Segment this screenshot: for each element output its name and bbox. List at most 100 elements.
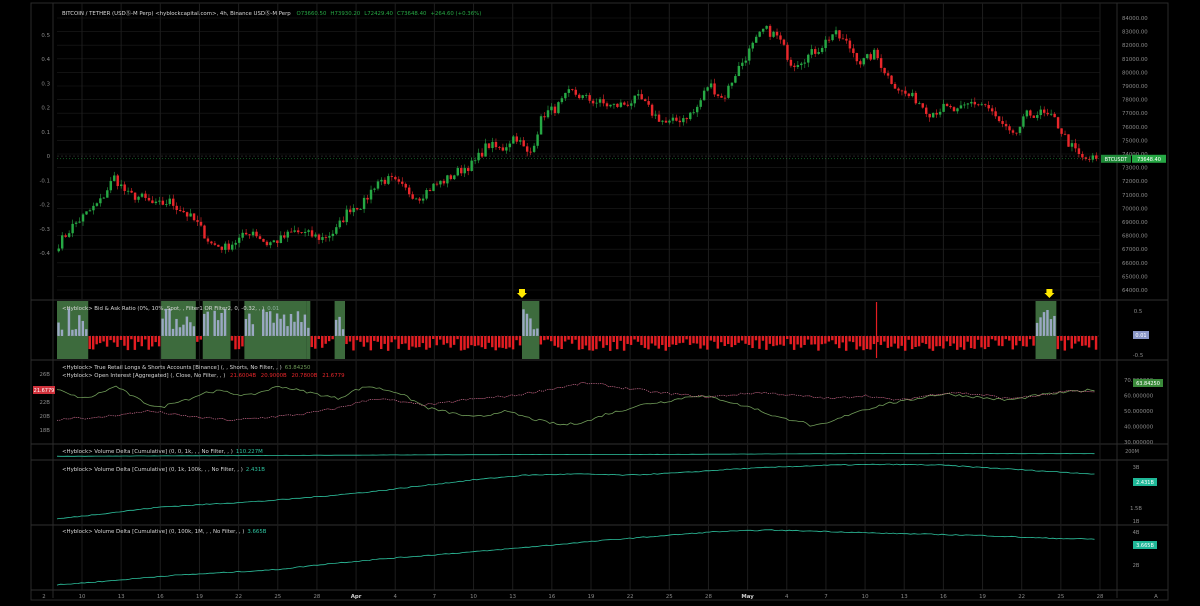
ask-bar <box>779 336 782 345</box>
ask-bar <box>393 336 397 340</box>
bid-bar <box>220 312 223 336</box>
candle-body <box>71 223 74 234</box>
ask-bar <box>775 336 779 346</box>
bid-bar <box>78 315 81 336</box>
ask-bar <box>1056 336 1060 350</box>
x-axis-label: 22 <box>1018 594 1025 600</box>
ask-bar <box>348 336 352 342</box>
bid-bar <box>244 318 248 336</box>
candle-body <box>355 207 359 210</box>
candle-body <box>786 44 789 60</box>
candle-body <box>224 243 227 250</box>
bid-bar <box>293 321 296 336</box>
candle-body <box>60 235 64 249</box>
price-axis-label: 76000.00 <box>1122 125 1148 131</box>
candle-body <box>463 168 466 174</box>
ask-bar <box>456 336 459 340</box>
ask-bar <box>931 336 935 351</box>
ls-right-tag-text: 63.84250 <box>1136 381 1160 387</box>
candle-body <box>446 175 449 184</box>
bid-bar <box>57 322 60 336</box>
candle-body <box>817 52 820 54</box>
candle-body <box>609 104 612 107</box>
oi-legend-label: <Hyblock> Open Interest [Aggregated] (, … <box>62 373 226 379</box>
candle-body <box>866 54 869 59</box>
candle-body <box>244 232 248 235</box>
candle-body <box>696 106 699 113</box>
ask-bar <box>466 336 470 349</box>
oi-legend-value-1: 21.6004B <box>230 373 257 379</box>
bid-bar <box>251 324 255 336</box>
symbol-tag-text: BTCUSDT <box>1105 157 1128 163</box>
candle-body <box>827 39 831 41</box>
candle-body <box>720 95 723 98</box>
candle-body <box>78 221 81 223</box>
candle-body <box>754 36 758 43</box>
candle-body <box>810 49 813 55</box>
candle-body <box>716 94 720 96</box>
candle-body <box>1081 154 1084 158</box>
bid-bar <box>182 324 185 336</box>
ask-bar <box>102 336 105 342</box>
ask-bar <box>1021 336 1025 347</box>
candle-body <box>501 147 505 151</box>
candle-body <box>335 227 338 234</box>
candle-body <box>411 194 414 199</box>
ask-bar <box>602 336 605 348</box>
ask-bar <box>1028 336 1032 340</box>
chart-canvas[interactable]: 84000.00 83000.00 82000.00 81000.00 80000.00… <box>0 0 1200 606</box>
candle-body <box>255 231 258 237</box>
x-axis-label: 25 <box>274 594 281 600</box>
ohlc-item: H73930.20 <box>330 11 361 17</box>
ask-bar <box>449 336 452 348</box>
candle-body <box>383 179 387 184</box>
candle-body <box>942 103 945 112</box>
ask-bar <box>657 336 661 349</box>
ask-bar <box>692 336 695 344</box>
bid-bar <box>189 322 192 336</box>
candle-body <box>1067 134 1070 147</box>
candle-body <box>182 210 185 213</box>
candle-body <box>959 105 963 109</box>
bid-bar <box>248 313 251 336</box>
candle-body <box>161 200 165 205</box>
price-axis-label: 83000.00 <box>1122 30 1148 36</box>
x-axis-label: 28 <box>313 594 320 600</box>
ask-bar <box>615 336 619 350</box>
candle-body <box>498 147 501 148</box>
ask-bar <box>886 336 890 348</box>
x-axis-label: 19 <box>979 594 986 600</box>
ask-bar <box>1001 336 1004 347</box>
bid-bar <box>81 320 85 336</box>
candle-body <box>137 196 140 200</box>
candle-body <box>543 116 546 118</box>
ask-bar <box>917 336 921 347</box>
candle-body <box>130 190 133 193</box>
ask-bar <box>737 336 740 343</box>
bid-bar <box>1035 322 1039 336</box>
ask-bar <box>855 336 858 350</box>
ask-bar <box>1060 336 1063 341</box>
candle-body <box>1022 116 1025 127</box>
ask-bar <box>636 336 640 342</box>
candle-body <box>519 140 522 142</box>
left-axis-label: -0.4 <box>39 251 50 257</box>
candle-body <box>199 221 203 226</box>
candle-body <box>293 230 296 232</box>
candle-body <box>758 31 761 37</box>
ask-bar <box>386 336 390 351</box>
ask-bar <box>612 336 615 343</box>
x-axis-label: 22 <box>235 594 242 600</box>
candle-body <box>931 112 935 118</box>
candle-body <box>529 151 532 153</box>
candle-body <box>637 94 640 96</box>
ask-bar <box>407 336 411 350</box>
candle-body <box>522 140 525 147</box>
bidask-axis-label: -0.5 <box>1133 353 1144 359</box>
bid-bar <box>296 311 300 336</box>
ask-bar <box>1063 336 1067 351</box>
ask-bar <box>862 336 865 351</box>
ask-bar <box>577 336 581 350</box>
ask-bar <box>327 336 331 342</box>
candle-body <box>820 48 824 53</box>
